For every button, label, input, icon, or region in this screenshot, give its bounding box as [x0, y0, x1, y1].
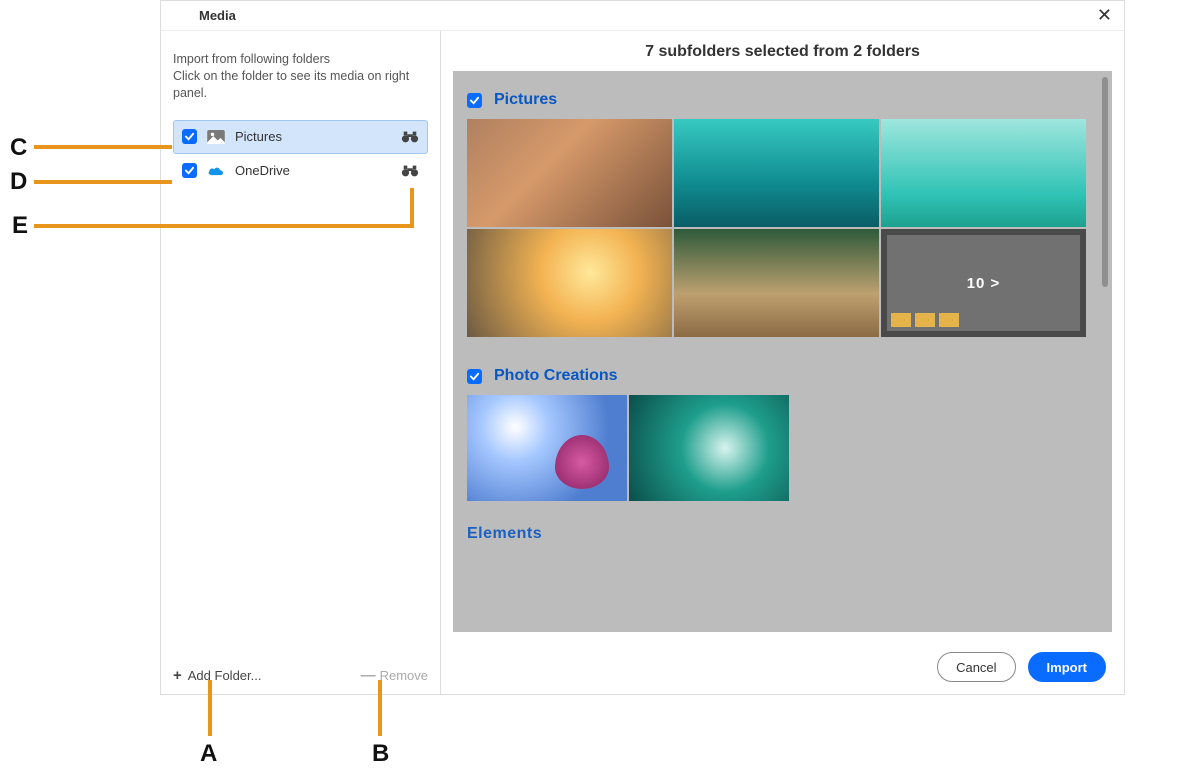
chevron-right-icon: >	[991, 275, 1001, 292]
section-title: Photo Creations	[494, 367, 618, 385]
callout-c-line	[34, 145, 172, 149]
add-folder-button[interactable]: + Add Folder...	[173, 667, 261, 684]
callout-e-line-v	[410, 188, 414, 228]
thumbnail-more[interactable]: 10 >	[881, 229, 1086, 337]
callout-a-label: A	[200, 740, 217, 768]
thumbnail[interactable]	[674, 229, 879, 337]
folder-checkbox-pictures[interactable]	[182, 129, 197, 144]
thumbnail[interactable]	[467, 229, 672, 337]
callout-e-label: E	[12, 212, 28, 240]
gallery-viewport: Pictures 10 >	[453, 71, 1112, 632]
gallery-scroll[interactable]: Pictures 10 >	[453, 71, 1098, 632]
thumbnail-grid-photo-creations	[467, 395, 1086, 501]
thumbnail[interactable]	[881, 119, 1086, 227]
folder-row-onedrive[interactable]: OneDrive	[173, 154, 428, 188]
onedrive-cloud-icon	[207, 164, 225, 178]
folder-row-pictures[interactable]: Pictures	[173, 120, 428, 154]
section-header-partial: Elements	[467, 525, 1086, 543]
media-preview-pane: 7 subfolders selected from 2 folders Pic…	[441, 31, 1124, 694]
cancel-button[interactable]: Cancel	[937, 652, 1015, 682]
folder-list-pane: Import from following folders Click on t…	[161, 31, 441, 694]
thumbnail[interactable]	[629, 395, 789, 501]
thumbnail-grid-pictures: 10 >	[467, 119, 1086, 337]
callout-d-label: D	[10, 168, 27, 196]
callout-b-line	[378, 680, 382, 736]
remove-folder-button[interactable]: — Remove	[361, 667, 428, 684]
add-folder-label: Add Folder...	[188, 668, 262, 683]
title-bar: Media ✕	[161, 1, 1124, 31]
check-icon	[469, 95, 480, 106]
section-checkbox-photo-creations[interactable]	[467, 369, 482, 384]
pictures-folder-icon	[207, 130, 225, 144]
check-icon	[184, 165, 195, 176]
section-header-pictures: Pictures	[467, 91, 1086, 109]
callout-a-line	[208, 680, 212, 736]
folder-checkbox-onedrive[interactable]	[182, 163, 197, 178]
callout-e-line-h	[34, 224, 414, 228]
check-icon	[469, 371, 480, 382]
media-import-dialog: Media ✕ Import from following folders Cl…	[160, 0, 1125, 695]
dialog-title: Media	[169, 8, 236, 23]
thumbnail[interactable]	[674, 119, 879, 227]
callout-b-label: B	[372, 740, 389, 768]
remove-folder-label: Remove	[380, 668, 428, 683]
import-button[interactable]: Import	[1028, 652, 1106, 682]
section-header-photo-creations: Photo Creations	[467, 367, 1086, 385]
binoculars-icon[interactable]	[401, 130, 419, 144]
check-icon	[184, 131, 195, 142]
folder-label: OneDrive	[235, 163, 290, 178]
callout-d-line	[34, 180, 172, 184]
dialog-footer: Cancel Import	[441, 640, 1124, 694]
binoculars-icon[interactable]	[401, 164, 419, 178]
section-title: Pictures	[494, 91, 557, 109]
thumbnail[interactable]	[467, 395, 627, 501]
minus-icon: —	[361, 667, 376, 684]
scrollbar-thumb[interactable]	[1102, 77, 1108, 287]
callout-c-label: C	[10, 134, 27, 162]
thumbnail[interactable]	[467, 119, 672, 227]
selection-summary: 7 subfolders selected from 2 folders	[441, 31, 1124, 71]
section-checkbox-pictures[interactable]	[467, 93, 482, 108]
more-count: 10	[967, 275, 986, 292]
close-button[interactable]: ✕	[1093, 5, 1116, 26]
dialog-body: Import from following folders Click on t…	[161, 31, 1124, 694]
instructions-text: Import from following folders Click on t…	[173, 51, 428, 102]
plus-icon: +	[173, 667, 182, 684]
folder-label: Pictures	[235, 129, 282, 144]
